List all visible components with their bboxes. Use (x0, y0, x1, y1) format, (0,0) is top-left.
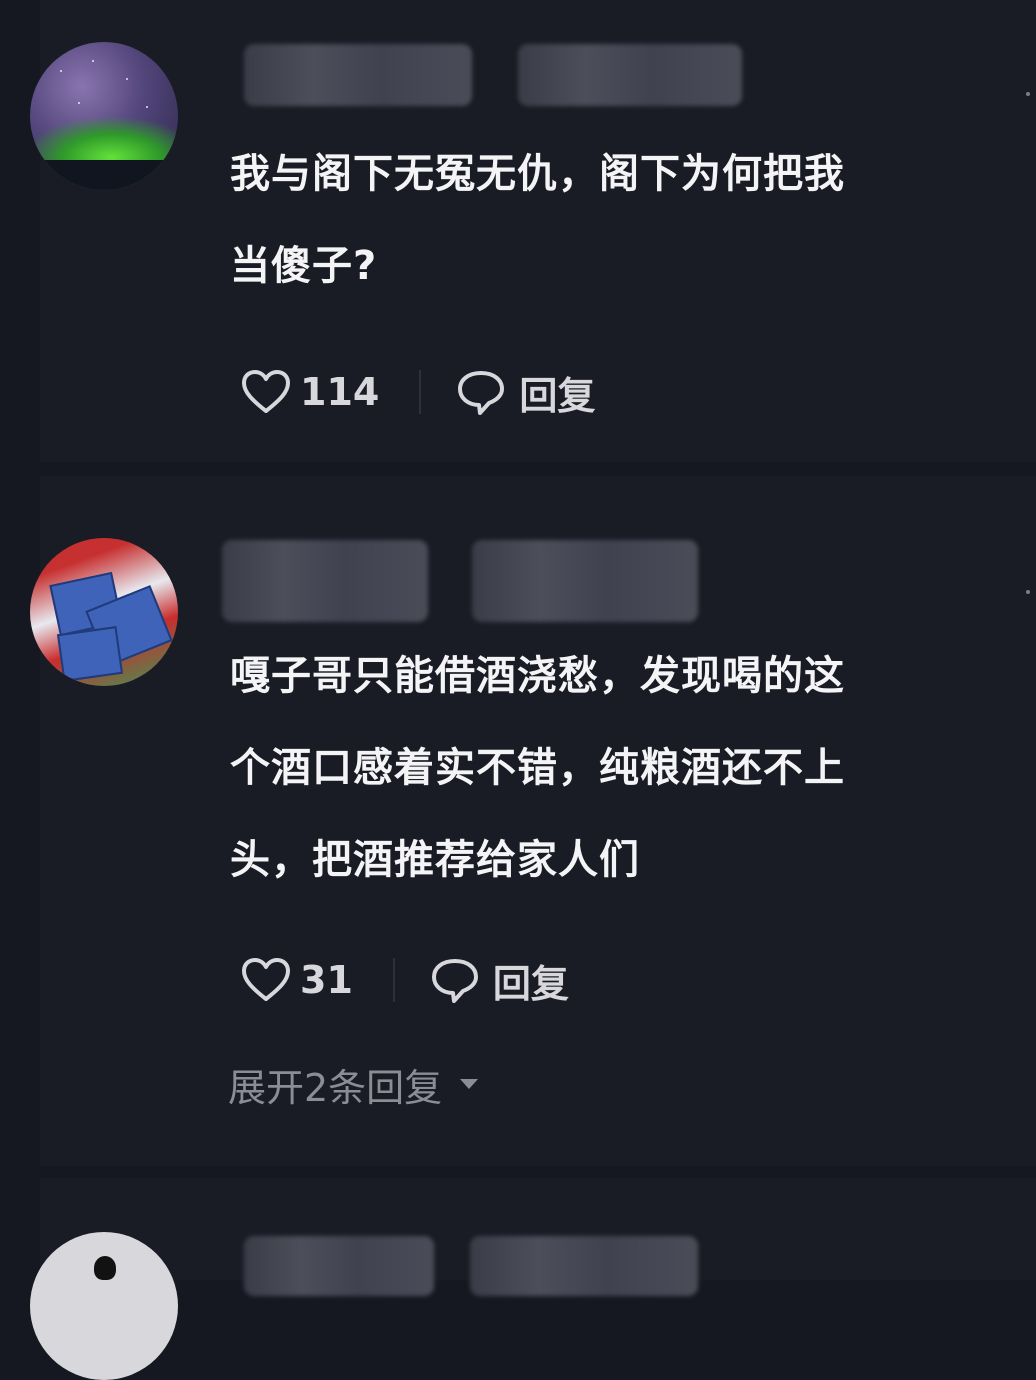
avatar-star-decor (126, 78, 128, 80)
avatar-star-decor (78, 102, 80, 104)
avatar-figure-decor (94, 1256, 116, 1280)
username-redacted (244, 1236, 434, 1296)
comment-text: 嘎子哥只能借酒浇愁，发现喝的这 个酒口感着实不错，纯粮酒还不上 头，把酒推荐给家… (230, 653, 845, 883)
comment-actions: 31 回复 (240, 950, 569, 1010)
more-dot-icon[interactable] (1026, 92, 1030, 96)
heart-outline-icon (242, 370, 290, 413)
username-redacted (222, 540, 428, 622)
avatar[interactable] (30, 538, 178, 686)
action-divider (392, 958, 395, 1002)
comment-text: 我与阁下无冤无仇，阁下为何把我 当傻子? (230, 151, 845, 289)
like-count: 114 (300, 370, 380, 414)
expand-replies-button[interactable]: 展开2条回复 (228, 1056, 479, 1112)
speech-bubble-icon (431, 959, 478, 1003)
like-button[interactable]: 114 (240, 368, 379, 416)
avatar-star-decor (92, 60, 94, 62)
avatar-box-decor (56, 626, 124, 682)
expand-replies-label: 展开2条回复 (228, 1065, 443, 1110)
speech-bubble-icon (458, 371, 505, 415)
reply-label: 回复 (492, 961, 569, 1006)
reply-button[interactable]: 回复 (455, 365, 595, 420)
avatar[interactable] (30, 42, 178, 190)
heart-outline-icon (242, 958, 290, 1001)
avatar-star-decor (146, 106, 148, 108)
comment-actions: 114 回复 (240, 362, 595, 422)
like-count: 31 (300, 958, 353, 1002)
username-redacted (470, 1236, 698, 1296)
avatar-star-decor (60, 70, 62, 72)
reply-button[interactable]: 回复 (429, 953, 569, 1008)
avatar[interactable] (30, 1232, 178, 1380)
like-button[interactable]: 31 (240, 956, 353, 1004)
reply-label: 回复 (519, 373, 596, 418)
username-redacted (518, 44, 742, 106)
more-dot-icon[interactable] (1026, 590, 1030, 594)
avatar-ground-decor (30, 160, 178, 190)
caret-down-icon (460, 1079, 479, 1089)
username-redacted (472, 540, 698, 622)
action-divider (419, 370, 422, 414)
username-redacted (244, 44, 472, 106)
